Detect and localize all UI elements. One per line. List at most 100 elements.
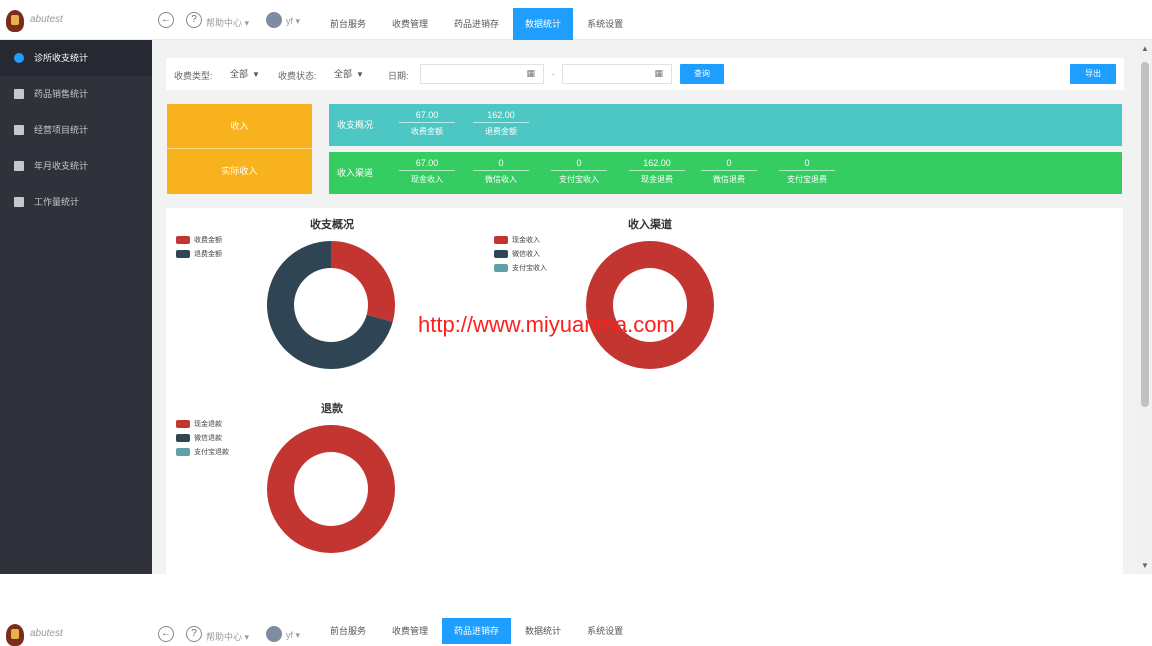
stat-label: 现金收入 [411,175,443,184]
nav-settings[interactable]: 系统设置 [575,618,635,644]
export-button[interactable]: 导出 [1070,64,1116,84]
watermark-text: http://www.miyuanma.com [418,312,675,337]
user-menu[interactable]: yf ▾ [286,16,300,27]
query-button[interactable]: 查询 [680,64,724,84]
avatar[interactable] [266,12,282,28]
sidebar-item-label: 药品销售统计 [34,89,89,99]
legend-swatch [176,250,190,258]
vertical-scrollbar[interactable]: ▲ ▼ [1138,40,1152,574]
legend-label: 支付宝收入 [512,265,547,272]
scroll-up-icon[interactable]: ▲ [1141,44,1149,53]
overview-title: 收支概况 [337,120,374,130]
nav-statistics[interactable]: 数据统计 [513,8,574,40]
legend-channel: 现金收入 微信收入 支付宝收入 [494,234,547,276]
help-icon[interactable]: ? [186,626,202,642]
logo-text: abutest [30,628,63,639]
avatar[interactable] [266,626,282,642]
stat-wechat-income: 0 微信收入 [473,156,529,187]
chart-title-overview: 收支概况 [310,219,354,231]
legend-item[interactable]: 现金收入 [494,234,547,246]
nav-billing[interactable]: 收费管理 [380,618,440,644]
stat-label: 收费金额 [411,127,443,136]
date-label: 日期: [388,71,409,81]
donut-overview [267,241,395,369]
legend-label: 微信退款 [194,435,222,442]
sidebar-item-drug-sales[interactable]: 药品销售统计 [0,76,152,112]
help-center-menu[interactable]: 帮助中心 ▾ [206,630,249,643]
donut-slice-0[interactable] [331,241,395,322]
logo-icon [6,10,24,32]
stat-charge-amount: 67.00 收费金额 [399,108,455,139]
logo-icon [6,624,24,646]
legend-swatch [176,236,190,244]
legend-swatch [494,250,508,258]
legend-item[interactable]: 微信退款 [176,432,229,444]
charts-panel: 收支概况 收费金额 退费金额 收入渠道 现金收入 微信收入 支付宝收入 退款 现… [166,208,1123,574]
income-label: 收入 [167,104,312,149]
overview-stat-row: 收支概况 67.00 收费金额 162.00 退费金额 [329,104,1122,146]
chevron-down-icon: ▼ [252,70,260,79]
fee-type-label: 收费类型: [174,71,213,81]
nav-front-desk[interactable]: 前台服务 [318,618,378,644]
stat-value: 0 [551,156,607,171]
sidebar-item-clinic-income[interactable]: 诊所收支统计 [0,40,152,76]
box-icon [14,89,24,99]
nav-billing[interactable]: 收费管理 [380,8,440,40]
legend-item[interactable]: 支付宝退款 [176,446,229,458]
nav-settings[interactable]: 系统设置 [575,8,635,40]
donut-slice-0[interactable] [586,241,714,369]
channel-title: 收入渠道 [337,168,374,178]
sidebar-item-label: 工作量统计 [34,197,80,207]
income-summary-box: 收入 实际收入 [167,104,312,194]
nav-pharmacy[interactable]: 药品进销存 [442,8,511,40]
stat-value: 162.00 [473,108,529,123]
fee-status-select[interactable]: 全部 ▼ [330,64,364,84]
legend-label: 支付宝退款 [194,449,229,456]
scroll-thumb[interactable] [1141,62,1149,407]
back-arrow-icon[interactable]: ← [158,626,174,642]
legend-item[interactable]: 收费金额 [176,234,222,246]
sidebar-item-label: 年月收支统计 [34,161,89,171]
legend-label: 现金退款 [194,421,222,428]
stat-value: 0 [701,156,757,171]
scroll-down-icon[interactable]: ▼ [1141,561,1149,570]
end-date-input[interactable]: ▦ [562,64,672,84]
sidebar: 诊所收支统计 药品销售统计 经营项目统计 年月收支统计 工作量统计 [0,40,152,574]
stat-label: 支付宝退费 [787,175,827,184]
nav-pharmacy[interactable]: 药品进销存 [442,618,512,644]
stat-cash-income: 67.00 现金收入 [399,156,455,187]
donut-channel [586,241,714,369]
legend-item[interactable]: 微信收入 [494,248,547,260]
nav-front-desk[interactable]: 前台服务 [318,8,378,40]
user-menu[interactable]: yf ▾ [286,630,300,641]
legend-refund: 现金退款 微信退款 支付宝退款 [176,418,229,460]
legend-swatch [494,236,508,244]
sidebar-item-business-items[interactable]: 经营项目统计 [0,112,152,148]
back-arrow-icon[interactable]: ← [158,12,174,28]
help-center-menu[interactable]: 帮助中心 ▾ [206,16,249,29]
help-icon[interactable]: ? [186,12,202,28]
legend-item[interactable]: 现金退款 [176,418,229,430]
top-bar: abutest ← ? 帮助中心 ▾ yf ▾ 前台服务 收费管理 药品进销存 … [0,0,1152,40]
main-content: 收费类型: 全部 ▼ 收费状态: 全部 ▼ 日期: ▦ - ▦ 查询 导出 收入 实… [152,40,1138,574]
legend-label: 现金收入 [512,237,540,244]
chart-title-channel: 收入渠道 [628,219,672,231]
legend-swatch [176,434,190,442]
stat-value: 0 [473,156,529,171]
stat-refund-amount: 162.00 退费金额 [473,108,529,139]
fee-type-select[interactable]: 全部 ▼ [226,64,260,84]
logo-text: abutest [30,14,63,25]
start-date-input[interactable]: ▦ [420,64,544,84]
calendar-icon: ▦ [526,68,535,78]
donut-slice-0[interactable] [267,425,395,553]
sidebar-item-workload[interactable]: 工作量统计 [0,184,152,220]
fee-status-label: 收费状态: [278,71,317,81]
sidebar-item-monthly[interactable]: 年月收支统计 [0,148,152,184]
stat-label: 微信收入 [485,175,517,184]
top-bar-secondary: abutest ← ? 帮助中心 ▾ yf ▾ 前台服务 收费管理 药品进销存 … [0,618,1152,646]
stat-wechat-refund: 0 微信退费 [701,156,757,187]
legend-item[interactable]: 支付宝收入 [494,262,547,274]
stat-label: 支付宝收入 [559,175,599,184]
legend-item[interactable]: 退费金额 [176,248,222,260]
nav-statistics[interactable]: 数据统计 [513,618,573,644]
